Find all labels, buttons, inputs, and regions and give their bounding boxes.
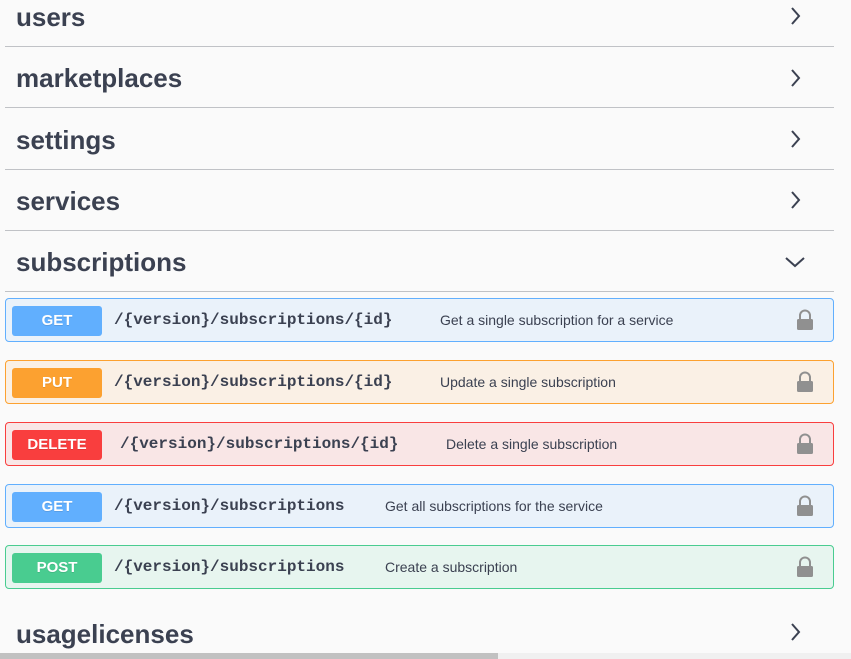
operation-path: /{version}/subscriptions/{id}: [114, 373, 393, 391]
method-badge: POST: [12, 553, 102, 583]
chevron-down-icon[interactable]: [784, 251, 806, 273]
tag-title: subscriptions: [16, 247, 187, 277]
chevron-right-icon[interactable]: [784, 621, 806, 643]
tag-title: usagelicenses: [16, 619, 194, 649]
tag-subscriptions[interactable]: subscriptions: [5, 231, 834, 292]
scrollbar-thumb[interactable]: [0, 653, 498, 659]
operation-summary: Create a subscription: [385, 559, 518, 575]
chevron-right-icon[interactable]: [784, 67, 806, 89]
method-badge: DELETE: [12, 430, 102, 460]
operation-get-subscriptions[interactable]: GET /{version}/subscriptions Get all sub…: [5, 484, 834, 528]
tag-usagelicenses[interactable]: usagelicenses: [5, 602, 834, 659]
lock-icon[interactable]: [795, 309, 815, 331]
operation-path: /{version}/subscriptions/{id}: [120, 435, 399, 453]
operation-put-subscription[interactable]: PUT /{version}/subscriptions/{id} Update…: [5, 360, 834, 404]
operation-post-subscription[interactable]: POST /{version}/subscriptions Create a s…: [5, 545, 834, 589]
lock-icon[interactable]: [795, 371, 815, 393]
lock-icon[interactable]: [795, 433, 815, 455]
operation-path: /{version}/subscriptions: [114, 558, 345, 576]
tag-title: users: [16, 2, 86, 32]
operation-path: /{version}/subscriptions: [114, 497, 345, 515]
lock-icon[interactable]: [795, 495, 815, 517]
method-badge: GET: [12, 306, 102, 336]
tag-title: marketplaces: [16, 63, 183, 93]
method-badge: GET: [12, 492, 102, 522]
operation-summary: Delete a single subscription: [446, 436, 618, 452]
operation-delete-subscription[interactable]: DELETE /{version}/subscriptions/{id} Del…: [5, 422, 834, 466]
horizontal-scrollbar[interactable]: [0, 653, 851, 659]
tag-settings[interactable]: settings: [5, 108, 834, 170]
chevron-right-icon[interactable]: [784, 5, 806, 27]
operation-get-subscription[interactable]: GET /{version}/subscriptions/{id} Get a …: [5, 298, 834, 342]
chevron-right-icon[interactable]: [784, 189, 806, 211]
chevron-right-icon[interactable]: [784, 128, 806, 150]
swagger-ui: users marketplaces settings services sub…: [0, 0, 851, 659]
lock-icon[interactable]: [795, 556, 815, 578]
tag-services[interactable]: services: [5, 170, 834, 231]
method-badge: PUT: [12, 368, 102, 398]
operation-summary: Update a single subscription: [440, 374, 616, 390]
operation-summary: Get all subscriptions for the service: [385, 498, 603, 514]
tag-marketplaces[interactable]: marketplaces: [5, 47, 834, 108]
operation-summary: Get a single subscription for a service: [440, 312, 674, 328]
tag-title: services: [16, 186, 121, 216]
operation-path: /{version}/subscriptions/{id}: [114, 311, 393, 329]
tag-title: settings: [16, 125, 116, 155]
tag-users[interactable]: users: [5, 0, 834, 47]
